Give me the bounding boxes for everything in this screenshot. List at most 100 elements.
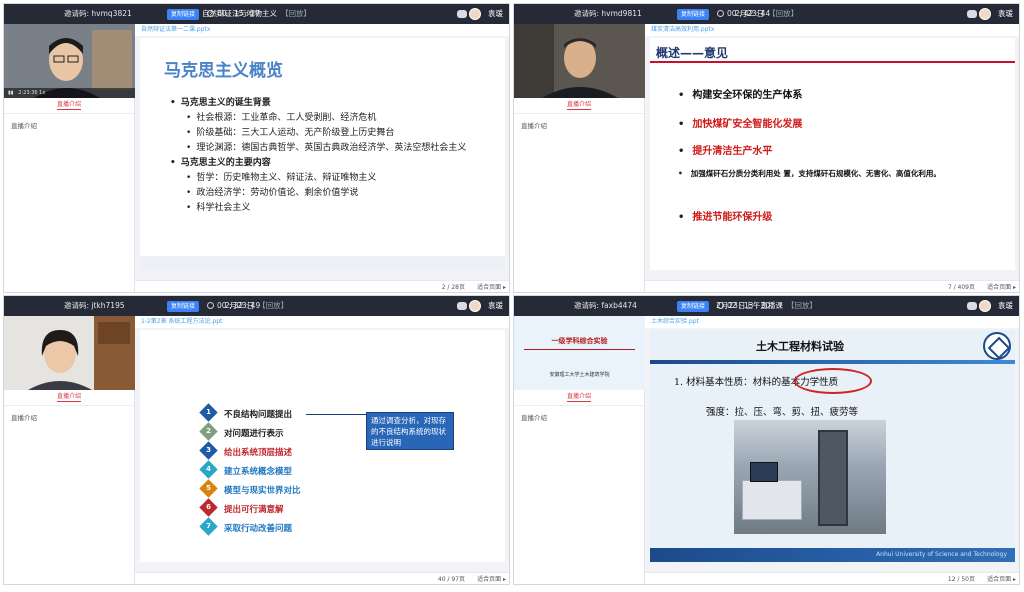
callout-line [306, 414, 368, 415]
step-row: 7 采取行动改善问题 [199, 517, 292, 536]
step-badge: 3 [199, 441, 218, 460]
teacher-video[interactable]: ▮▮ 2:23:36 1x [4, 24, 135, 98]
bullet: 哲学：历史唯物主义、辩证法、辩证唯物主义 [170, 171, 488, 186]
bullet: 政治经济学：劳动价值论、剩余价值学说 [170, 186, 488, 201]
avatar[interactable] [979, 300, 991, 312]
slide: 1 不良结构问题提出 2 对问题进行表示 3 给出系统顶层描述 4 建立系统概念模型 5… [140, 330, 505, 562]
top-bar: 邀请码: hvmd9811 复制链接 00 : 42 : 44 2月23日 【回放… [514, 4, 1019, 24]
heading-rule [650, 61, 1015, 63]
tab-intro[interactable]: 直播介绍 [4, 390, 134, 406]
page-indicator: 12 / 50页 [947, 576, 975, 583]
bullet: 马克思主义的主要内容 [170, 156, 488, 171]
chat-icon[interactable] [967, 302, 977, 310]
session-panel-4: 邀请码: faxb4474 复制链接 02 : 13 : 30 2月23日上午直… [513, 295, 1020, 585]
session-panel-1: 邀请码: hvmq3821 复制链接 00 : 15 : 27 自然辩证法与唯物… [3, 3, 510, 293]
copy-link-button[interactable]: 复制链接 [167, 301, 200, 312]
chat-icon[interactable] [457, 302, 467, 310]
slide-footer: 12 / 50页 适合页面 ▸ [645, 572, 1019, 584]
bullet: 社会根源：工业革命、工人受剥削、经济危机 [170, 111, 488, 126]
tab-intro[interactable]: 直播介绍 [514, 390, 644, 406]
file-name[interactable]: 煤炭清洁高效利用.pptx [645, 24, 1019, 36]
left-panel: 一级学科综合实验 安徽理工大学土木建筑学院 直播介绍 直播介绍 [514, 316, 645, 584]
avatar[interactable] [979, 8, 991, 20]
slide-bullets: 马克思主义的诞生背景 社会根源：工业革命、工人受剥削、经济危机 阶级基础：三大工… [170, 96, 488, 216]
chat-icon[interactable] [967, 10, 977, 18]
step-row: 5 模型与现实世界对比 [199, 479, 301, 498]
top-bar: 邀请码: jtkh7195 复制链接 00 : 32 : 49 2月23日 【回放… [4, 296, 509, 316]
bullet: 科学社会主义 [170, 201, 488, 216]
teacher-video[interactable] [514, 24, 645, 98]
step-badge: 7 [199, 517, 218, 536]
desk [742, 480, 802, 520]
teacher-image [514, 24, 645, 98]
video-controls[interactable]: ▮▮ 2:23:36 1x [4, 88, 135, 98]
session-panel-2: 邀请码: hvmd9811 复制链接 00 : 42 : 44 2月23日 【回放… [513, 3, 1020, 293]
file-name[interactable]: 自然辩证法第一二课.pptx [135, 24, 509, 36]
slide-pane: 土木综合实验.ppt 土木工程材料试验 1. 材料基本性质：材料的基本力学性质 … [645, 316, 1019, 584]
fit-page-button[interactable]: 适合页面 ▸ [477, 573, 506, 584]
slide-footer: 7 / 409页 适合页面 ▸ [645, 280, 1019, 292]
slide-thumbnail[interactable]: 一级学科综合实验 安徽理工大学土木建筑学院 [514, 316, 645, 390]
copy-link-button[interactable]: 复制链接 [167, 9, 200, 20]
step-row: 1 不良结构问题提出 [199, 403, 292, 422]
fit-page-button[interactable]: 适合页面 ▸ [987, 573, 1016, 584]
thumbnail-subtitle: 安徽理工大学土木建筑学院 [549, 372, 610, 378]
user-name: 袁瑗 [488, 9, 503, 18]
slide-pane: 自然辩证法第一二课.pptx 马克思主义概览 马克思主义的诞生背景 社会根源：工… [135, 24, 509, 292]
invite-code: 邀请码: hvmd9811 [574, 9, 642, 18]
slide: 土木工程材料试验 1. 材料基本性质：材料的基本力学性质 强度：拉、压、弯、剪、… [650, 330, 1015, 562]
slide-point: 强度：拉、压、弯、剪、扭、疲劳等 [706, 407, 859, 418]
monitor [750, 462, 778, 482]
clock-icon [717, 302, 724, 309]
copy-link-button[interactable]: 复制链接 [677, 301, 710, 312]
thumbnail-title: 一级学科综合实验 [551, 337, 608, 345]
testing-machine-photo [734, 420, 886, 534]
bullet: 马克思主义的诞生背景 [170, 96, 488, 111]
fit-page-button[interactable]: 适合页面 ▸ [987, 281, 1016, 292]
tab-intro[interactable]: 直播介绍 [4, 98, 134, 114]
step-row: 3 给出系统顶层描述 [199, 441, 292, 460]
tab-intro[interactable]: 直播介绍 [514, 98, 644, 114]
multi-session-grid: 邀请码: hvmq3821 复制链接 00 : 15 : 27 自然辩证法与唯物… [3, 3, 1021, 589]
page-indicator: 2 / 28页 [441, 284, 465, 291]
user-name: 袁瑗 [998, 301, 1013, 310]
slide-footer: 40 / 97页 适合页面 ▸ [135, 572, 509, 584]
step-badge: 4 [199, 460, 218, 479]
top-bar: 邀请码: hvmq3821 复制链接 00 : 15 : 27 自然辩证法与唯物… [4, 4, 509, 24]
avatar[interactable] [469, 8, 481, 20]
teacher-image [4, 24, 135, 98]
elapsed-timer: 00 : 15 : 27 [207, 4, 260, 24]
bullet: 加强煤矸石分质分类利用处 置，支持煤矸石规模化、无害化、高值化利用。 [678, 162, 978, 185]
left-panel: 直播介绍 直播介绍 [514, 24, 645, 292]
file-name[interactable]: 土木综合实验.ppt [645, 316, 1019, 328]
teacher-image [4, 316, 135, 390]
slide-bottom-band [140, 256, 505, 270]
teacher-video[interactable] [4, 316, 135, 390]
chat-icon[interactable] [457, 10, 467, 18]
intro-text: 直播介绍 [521, 122, 547, 130]
page-indicator: 7 / 409页 [947, 284, 975, 291]
intro-text: 直播介绍 [11, 122, 37, 130]
step-badge: 5 [199, 479, 218, 498]
session-panel-3: 邀请码: jtkh7195 复制链接 00 : 32 : 49 2月23日 【回放… [3, 295, 510, 585]
copy-link-button[interactable]: 复制链接 [677, 9, 710, 20]
elapsed-timer: 00 : 32 : 49 [207, 296, 260, 316]
slide-footer: 2 / 28页 适合页面 ▸ [135, 280, 509, 292]
fit-page-button[interactable]: 适合页面 ▸ [477, 281, 506, 292]
file-name[interactable]: 1-2第2章 系统工程方法论.ppt [135, 316, 509, 328]
bullet: 加快煤矿安全智能化发展 [678, 117, 802, 132]
bullet: 提升清洁生产水平 [678, 144, 772, 159]
slide-heading: 概述——意见 [656, 46, 729, 60]
step-badge: 2 [199, 422, 218, 441]
slide-heading: 马克思主义概览 [164, 61, 283, 81]
machine [818, 430, 848, 526]
intro-text: 直播介绍 [11, 414, 37, 422]
slide-pane: 1-2第2章 系统工程方法论.ppt 1 不良结构问题提出 2 对问题进行表示 3给… [135, 316, 509, 584]
play-icon: ▮▮ [8, 90, 14, 96]
avatar[interactable] [469, 300, 481, 312]
invite-code: 邀请码: hvmq3821 [64, 9, 132, 18]
user-name: 袁瑗 [998, 9, 1013, 18]
elapsed-timer: 00 : 42 : 44 [717, 4, 770, 24]
step-row: 4 建立系统概念模型 [199, 460, 292, 479]
university-logo [983, 332, 1011, 360]
